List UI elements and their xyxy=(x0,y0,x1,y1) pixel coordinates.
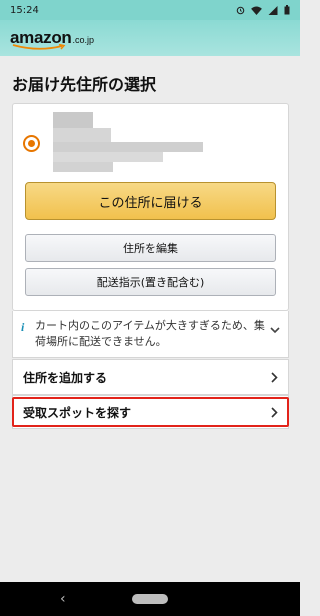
app-header: amazon .co.jp xyxy=(0,20,300,56)
delivery-notice: i カート内のこのアイテムが大きすぎるため、集荷場所に配送できません。 xyxy=(12,311,289,358)
edit-address-button[interactable]: 住所を編集 xyxy=(25,234,276,262)
signal-icon xyxy=(268,5,278,15)
find-pickup-spot-row[interactable]: 受取スポットを探す xyxy=(12,395,289,429)
back-icon[interactable]: ‹ xyxy=(60,591,66,607)
battery-icon xyxy=(284,5,290,15)
home-pill-icon[interactable] xyxy=(132,594,168,604)
page-title: お届け先住所の選択 xyxy=(12,75,157,94)
deliver-to-this-address-button[interactable]: この住所に届ける xyxy=(25,182,276,220)
notice-text: カート内のこのアイテムが大きすぎるため、集荷場所に配送できません。 xyxy=(35,319,265,348)
alarm-icon xyxy=(236,6,245,14)
status-time: 15:24 xyxy=(10,4,39,16)
system-nav-bar: ‹ xyxy=(0,582,300,616)
chevron-down-icon[interactable] xyxy=(270,327,280,334)
chevron-right-icon xyxy=(271,407,278,418)
info-icon: i xyxy=(21,320,25,334)
find-pickup-spot-label: 受取スポットを探す xyxy=(23,405,132,420)
status-icons xyxy=(236,5,290,15)
delivery-instructions-button[interactable]: 配送指示(置き配含む) xyxy=(25,268,276,296)
chevron-right-icon xyxy=(271,372,278,383)
status-bar: 15:24 xyxy=(0,0,300,20)
amazon-logo[interactable]: amazon .co.jp xyxy=(10,28,94,50)
address-radio-selected[interactable] xyxy=(23,135,40,152)
add-address-row[interactable]: 住所を追加する xyxy=(12,359,289,395)
add-address-label: 住所を追加する xyxy=(23,370,108,385)
address-card: この住所に届ける 住所を編集 配送指示(置き配含む) xyxy=(12,103,289,311)
amazon-smile-icon xyxy=(12,44,66,50)
wifi-icon xyxy=(251,5,262,15)
